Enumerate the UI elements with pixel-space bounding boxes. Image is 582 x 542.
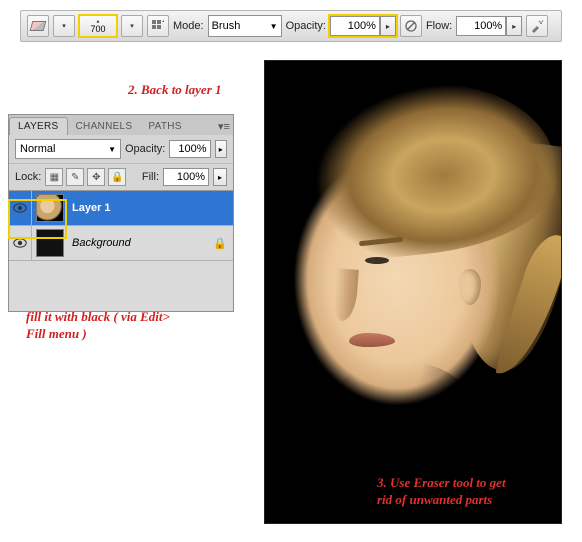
flow-label: Flow:	[426, 20, 452, 32]
layer-name: Background	[68, 237, 213, 249]
flow-input[interactable]: 100%	[456, 16, 506, 36]
layer-row-background[interactable]: Background 🔒	[9, 226, 233, 261]
panel-menu-button[interactable]: ▾≡	[215, 117, 233, 135]
tool-preset-picker[interactable]: ▾	[53, 15, 75, 37]
mode-value: Brush	[212, 20, 241, 32]
opacity-value: 100%	[348, 20, 376, 32]
flow-flyout[interactable]: ▸	[506, 16, 522, 36]
layer-thumbnail[interactable]	[36, 229, 64, 257]
eye-icon	[13, 203, 27, 213]
lock-fill-row: Lock: ▦ ✎ ✥ 🔒 Fill: 100% ▸	[9, 163, 233, 190]
blend-mode-select[interactable]: Normal ▼	[15, 139, 121, 159]
panel-opacity-flyout[interactable]: ▸	[215, 140, 227, 158]
brushes-panel-icon	[151, 19, 165, 33]
canvas-image: 3. Use Eraser tool to get rid of unwante…	[264, 60, 562, 524]
layers-list-empty	[9, 261, 233, 311]
tablet-pressure-opacity[interactable]	[400, 15, 422, 37]
mode-label: Mode:	[173, 20, 204, 32]
eye-icon	[13, 238, 27, 248]
brush-preset-picker[interactable]: • 700	[79, 15, 117, 37]
opacity-flyout[interactable]: ▸	[380, 16, 396, 36]
layers-panel: LAYERS CHANNELS PATHS ▾≡ Normal ▼ Opacit…	[8, 114, 234, 312]
opacity-label: Opacity:	[286, 20, 326, 32]
mode-select[interactable]: Brush ▼	[208, 15, 282, 37]
opacity-input[interactable]: 100%	[330, 16, 380, 36]
chevron-down-icon: ▼	[270, 22, 278, 31]
annotation-2: 2. Back to layer 1	[128, 82, 222, 99]
annotation-3: 3. Use Eraser tool to get rid of unwante…	[377, 475, 506, 509]
tablet-icon	[404, 19, 418, 33]
lock-position[interactable]: ✥	[87, 168, 105, 186]
visibility-toggle[interactable]	[9, 226, 32, 260]
toggle-brushes-panel[interactable]	[147, 15, 169, 37]
visibility-toggle[interactable]	[9, 191, 32, 225]
blend-opacity-row: Normal ▼ Opacity: 100% ▸	[9, 135, 233, 163]
airbrush-icon	[530, 19, 544, 33]
lock-all[interactable]: 🔒	[108, 168, 126, 186]
lock-icon: 🔒	[213, 237, 227, 250]
layer-row-layer1[interactable]: Layer 1	[9, 191, 233, 226]
blend-mode-value: Normal	[20, 143, 55, 155]
layer-thumbnail[interactable]	[36, 194, 64, 222]
flow-value: 100%	[474, 20, 502, 32]
eraser-icon	[30, 20, 46, 32]
lock-label: Lock:	[15, 171, 41, 183]
panel-opacity-label: Opacity:	[125, 143, 165, 155]
panel-opacity-value: 100%	[178, 143, 206, 155]
airbrush-toggle[interactable]	[526, 15, 548, 37]
flow-control: 100% ▸	[456, 16, 522, 36]
lock-pixels[interactable]: ✎	[66, 168, 84, 186]
panel-tabs: LAYERS CHANNELS PATHS ▾≡	[9, 115, 233, 135]
eraser-tool-button[interactable]	[27, 15, 49, 37]
layers-list: Layer 1 Background 🔒	[9, 190, 233, 311]
vignette	[265, 61, 561, 523]
opacity-control: 100% ▸	[330, 16, 396, 36]
tab-layers[interactable]: LAYERS	[9, 117, 68, 135]
brush-preset-dropdown[interactable]: ▾	[121, 15, 143, 37]
chevron-down-icon: ▼	[108, 145, 116, 154]
tab-channels[interactable]: CHANNELS	[68, 118, 141, 135]
layer-name: Layer 1	[68, 202, 233, 214]
fill-input[interactable]: 100%	[163, 168, 209, 186]
fill-value: 100%	[177, 171, 205, 183]
tab-paths[interactable]: PATHS	[140, 118, 189, 135]
brush-size-value: 700	[90, 25, 105, 34]
lock-transparency[interactable]: ▦	[45, 168, 63, 186]
fill-label: Fill:	[142, 171, 159, 183]
fill-flyout[interactable]: ▸	[213, 168, 227, 186]
panel-opacity-input[interactable]: 100%	[169, 140, 210, 158]
eraser-options-bar: ▾ • 700 ▾ Mode: Brush ▼ Opacity: 100% ▸ …	[20, 10, 562, 42]
lock-buttons: ▦ ✎ ✥ 🔒	[45, 168, 126, 186]
